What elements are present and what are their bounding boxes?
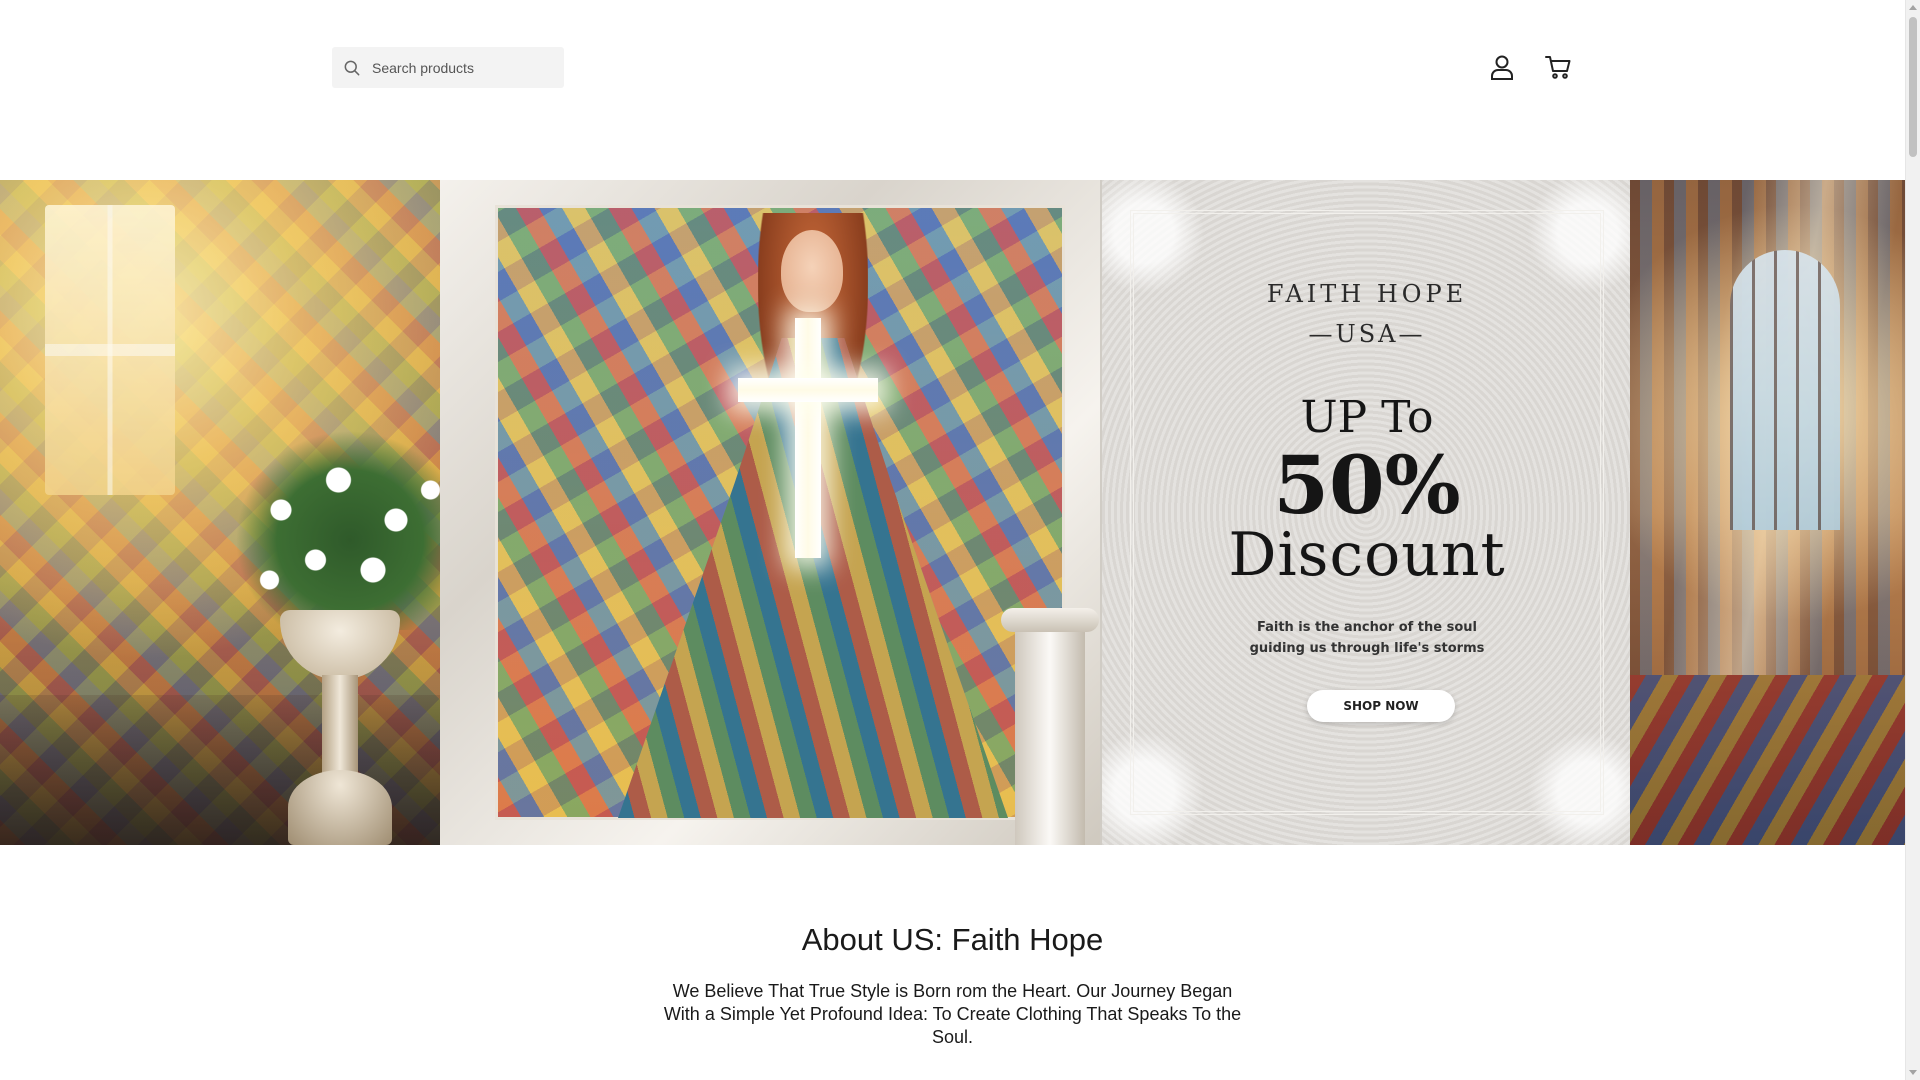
site-header: [0, 0, 1905, 180]
gothic-window: [1730, 250, 1840, 530]
woman-figure: [618, 208, 1008, 823]
search-input[interactable]: [370, 58, 564, 77]
promo-tagline-line1: Faith is the anchor of the soul: [1256, 620, 1478, 635]
cart-button[interactable]: [1543, 52, 1573, 82]
promo-panel: FAITH HOPE —USA— UP To 50% Discount Fait…: [1100, 180, 1630, 845]
search-box[interactable]: [332, 47, 564, 88]
floor-right: [1630, 675, 1905, 845]
promo-offer-suffix: Discount: [1228, 520, 1506, 590]
cart-icon: [1545, 56, 1571, 79]
stained-glass-room-right: [1630, 180, 1905, 845]
about-title: About US: Faith Hope: [801, 922, 1104, 957]
bright-window: [45, 205, 175, 495]
promo-tagline-line2: guiding us through life's storms: [1249, 641, 1485, 656]
glowing-cross-icon: [795, 318, 821, 558]
promo-offer-percent: 50%: [1273, 438, 1461, 532]
promo-country: —USA—: [1308, 320, 1426, 348]
painting-frame: [440, 180, 1100, 845]
hero-banner[interactable]: FAITH HOPE —USA— UP To 50% Discount Fait…: [0, 180, 1905, 845]
search-icon: [344, 60, 360, 75]
scrollbar-thumb[interactable]: [1909, 17, 1917, 157]
stone-vase: [270, 580, 410, 845]
page: FAITH HOPE —USA— UP To 50% Discount Fait…: [0, 0, 1905, 1080]
vertical-scrollbar[interactable]: [1905, 0, 1920, 1080]
scroll-down-icon[interactable]: [1909, 1070, 1917, 1075]
about-body: We Believe That True Style is Born rom t…: [663, 981, 1242, 1047]
stained-glass-room-left: [0, 180, 480, 845]
stained-glass-painting: [495, 205, 1065, 820]
promo-brand: FAITH HOPE: [1266, 280, 1468, 308]
shop-now-button[interactable]: SHOP NOW: [1307, 690, 1455, 722]
user-icon: [1491, 55, 1513, 80]
stone-pillar: [1001, 608, 1099, 845]
account-button[interactable]: [1487, 52, 1517, 82]
scroll-up-icon[interactable]: [1909, 5, 1917, 10]
promo-offer-prefix: UP To: [1300, 392, 1434, 443]
